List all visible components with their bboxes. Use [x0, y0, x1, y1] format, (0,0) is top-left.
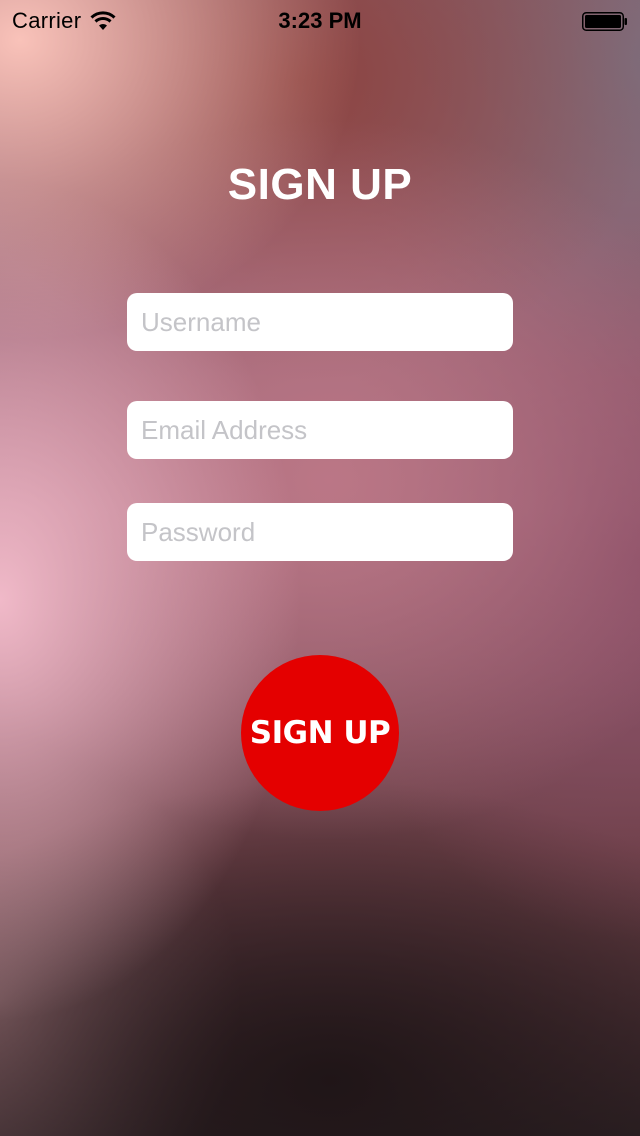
email-field[interactable] [127, 401, 513, 459]
page-title: SIGN UP [227, 160, 413, 209]
username-field[interactable] [127, 293, 513, 351]
status-time: 3:23 PM [278, 8, 362, 33]
sign-up-button-label: SIGN UP [249, 715, 391, 751]
battery-icon [582, 11, 628, 31]
sign-up-button[interactable]: SIGN UP [241, 655, 399, 811]
status-bar: Carrier 3:23 PM [0, 0, 640, 40]
password-field[interactable] [127, 503, 513, 561]
